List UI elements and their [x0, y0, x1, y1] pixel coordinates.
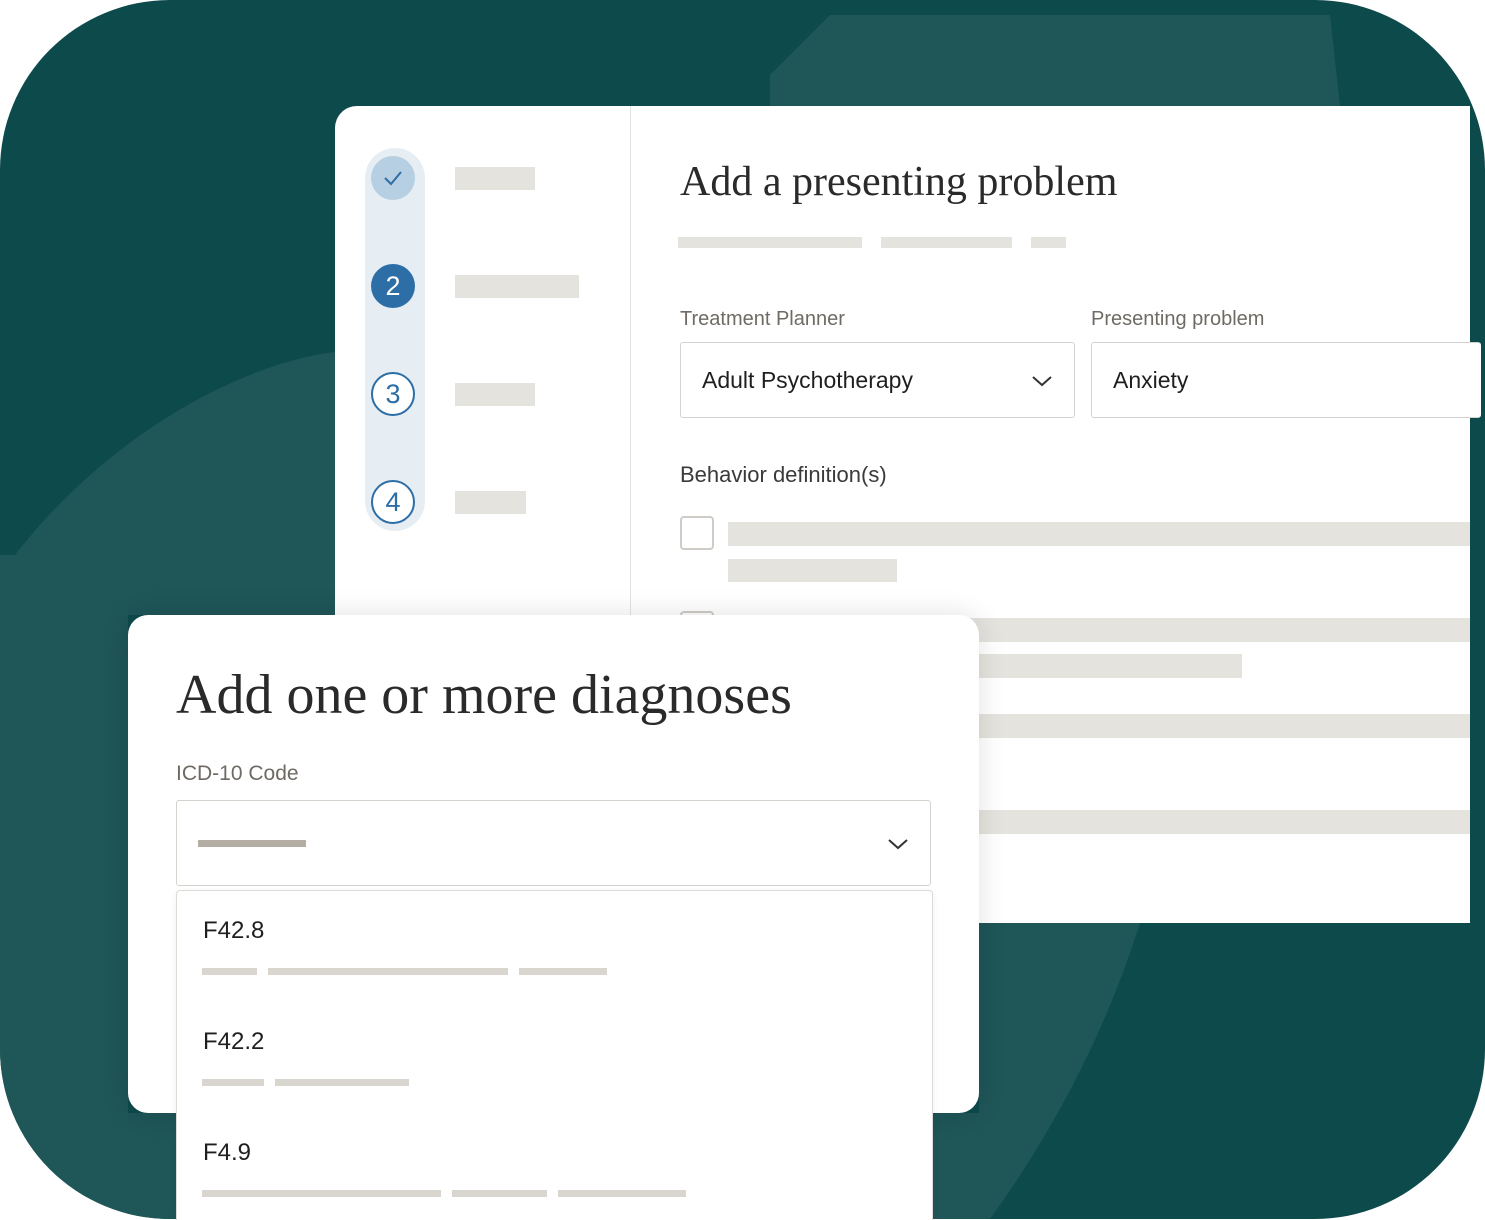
subtitle-placeholder [1031, 237, 1066, 248]
treatment-planner-value: Adult Psychotherapy [702, 366, 913, 393]
option-description-placeholder [202, 1190, 441, 1197]
step-number: 3 [385, 378, 401, 409]
dropdown-option-f42-2[interactable]: F42.2 [177, 1001, 932, 1112]
step-4[interactable]: 4 [371, 480, 415, 524]
check-icon [384, 171, 402, 186]
treatment-planner-label: Treatment Planner [680, 308, 845, 330]
step-2-active[interactable]: 2 [371, 264, 415, 308]
step-3-label-placeholder [455, 383, 535, 406]
step-1-label-placeholder [455, 167, 535, 190]
option-description-placeholder [202, 1079, 264, 1086]
dropdown-option-f4-9[interactable]: F4.9 [177, 1112, 932, 1220]
subtitle-placeholder [881, 237, 1012, 248]
option-description-placeholder [268, 968, 508, 975]
diagnoses-title: Add one or more diagnoses [176, 664, 792, 726]
subtitle-placeholder [678, 237, 862, 248]
presenting-problem-select[interactable]: Anxiety [1091, 342, 1481, 418]
behavior-text-placeholder [728, 522, 1470, 546]
option-description-placeholder [275, 1079, 409, 1086]
option-description-placeholder [558, 1190, 686, 1197]
option-description-placeholder [202, 968, 257, 975]
step-3[interactable]: 3 [371, 372, 415, 416]
icd-code-select[interactable] [176, 800, 931, 886]
option-code: F4.9 [203, 1139, 252, 1166]
option-description-placeholder [519, 968, 607, 975]
option-code: F42.2 [203, 1028, 265, 1055]
icd-code-input-placeholder [198, 839, 306, 847]
presenting-problem-label: Presenting problem [1091, 308, 1265, 330]
step-4-label-placeholder [455, 491, 526, 514]
page-title: Add a presenting problem [680, 159, 1118, 205]
step-number: 4 [385, 486, 401, 517]
option-code: F42.8 [203, 917, 265, 944]
icd-code-dropdown: F42.8 F42.2 F4.9 [176, 890, 933, 1220]
chevron-down-icon [888, 839, 908, 850]
dropdown-option-f42-8[interactable]: F42.8 [177, 891, 932, 1001]
behavior-text-placeholder [728, 559, 897, 582]
chevron-down-icon [1032, 376, 1052, 387]
stepper [365, 148, 425, 531]
step-2-label-placeholder [455, 275, 579, 298]
behavior-definitions-label: Behavior definition(s) [680, 462, 887, 487]
presenting-problem-value: Anxiety [1113, 366, 1189, 393]
icd-code-label: ICD-10 Code [176, 762, 299, 785]
step-1-complete[interactable] [371, 156, 415, 200]
treatment-planner-select[interactable]: Adult Psychotherapy [680, 342, 1075, 418]
behavior-checkbox[interactable] [680, 516, 714, 550]
option-description-placeholder [452, 1190, 547, 1197]
step-number: 2 [385, 270, 401, 301]
